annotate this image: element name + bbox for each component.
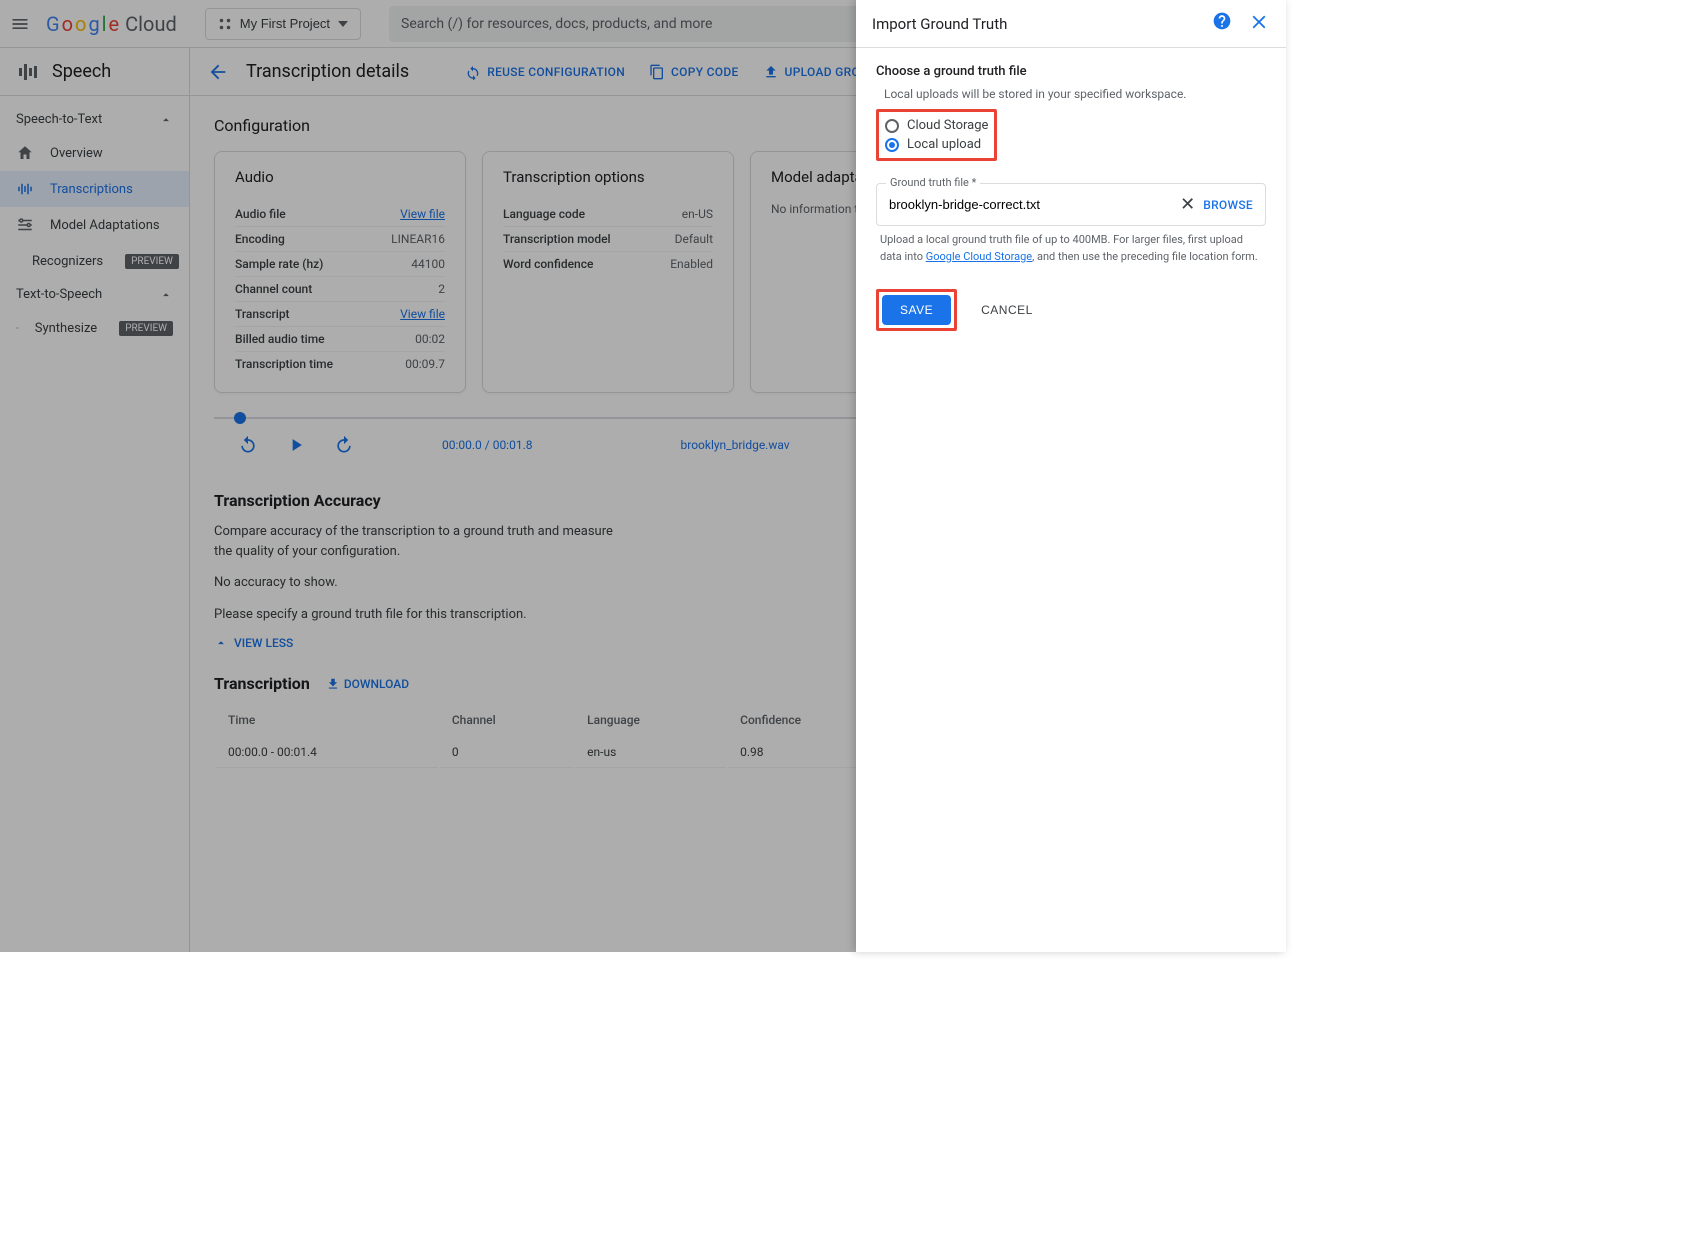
- browse-button[interactable]: BROWSE: [1203, 198, 1253, 212]
- radio-icon: [885, 119, 899, 133]
- import-drawer: Import Ground Truth Choose a ground trut…: [856, 0, 1286, 952]
- drawer-hint: Local uploads will be stored in your spe…: [884, 87, 1266, 101]
- radio-local-upload[interactable]: Local upload: [885, 135, 988, 154]
- field-label: Ground truth file *: [886, 176, 980, 189]
- save-button[interactable]: SAVE: [882, 295, 951, 325]
- close-button[interactable]: [1248, 11, 1270, 37]
- gcs-link[interactable]: Google Cloud Storage: [926, 250, 1032, 263]
- cancel-button[interactable]: CANCEL: [969, 295, 1045, 325]
- save-highlight: SAVE: [876, 289, 957, 331]
- radio-group-highlighted: Cloud Storage Local upload: [876, 109, 997, 161]
- radio-icon: [885, 138, 899, 152]
- help-icon: [1212, 11, 1232, 31]
- help-button[interactable]: [1212, 11, 1232, 37]
- ground-truth-file-input[interactable]: [889, 197, 1172, 212]
- field-hint: Upload a local ground truth file of up t…: [880, 232, 1262, 265]
- drawer-title: Import Ground Truth: [872, 15, 1007, 33]
- close-icon: [1248, 11, 1270, 33]
- clear-button[interactable]: ✕: [1180, 194, 1195, 215]
- radio-cloud-storage[interactable]: Cloud Storage: [885, 116, 988, 135]
- drawer-prompt: Choose a ground truth file: [876, 64, 1266, 79]
